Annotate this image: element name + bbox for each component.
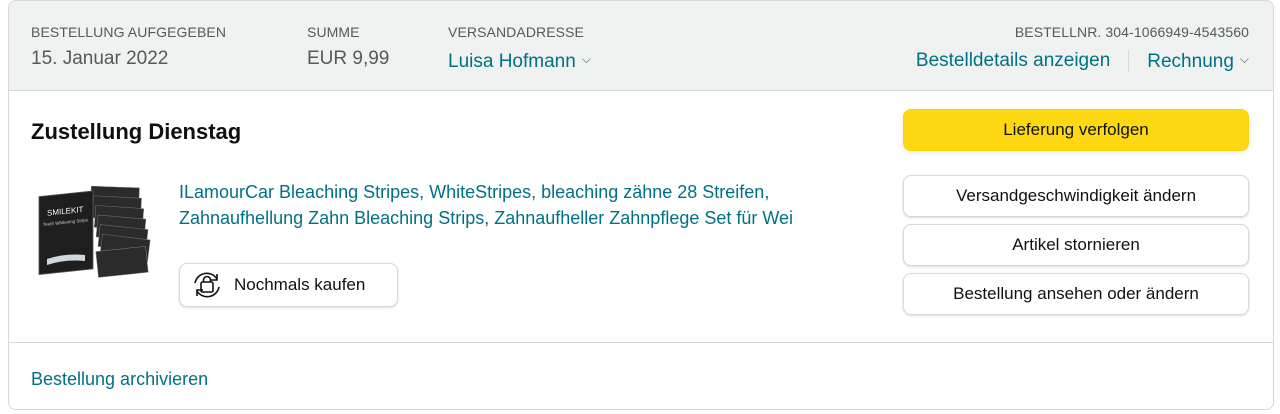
invoice-link[interactable]: Rechnung ⌵ <box>1147 47 1249 74</box>
track-package-button[interactable]: Lieferung verfolgen <box>903 109 1249 151</box>
archive-order-link[interactable]: Bestellung archivieren <box>31 367 208 391</box>
ship-to-name: Luisa Hofmann <box>448 51 576 72</box>
delivery-status-title: Zustellung Dienstag <box>31 119 242 144</box>
change-shipping-speed-button[interactable]: Versandgeschwindigkeit ändern <box>903 175 1249 217</box>
product-title-link[interactable]: ILamourCar Bleaching Stripes, WhiteStrip… <box>179 179 869 231</box>
product-thumbnail[interactable]: SMILEKIT Teeth Whitening Strips <box>35 183 153 287</box>
order-total-label: SUMME <box>307 24 360 40</box>
buy-again-label: Nochmals kaufen <box>234 275 366 294</box>
order-details-link[interactable]: Bestelldetails anzeigen <box>916 49 1110 73</box>
buy-again-icon <box>194 272 220 298</box>
order-total-value: EUR 9,99 <box>307 48 390 69</box>
order-number: BESTELLNR. 304-1066949-4543560 <box>1014 24 1249 40</box>
shipment-box: Zustellung Dienstag SMILEKIT Teeth White… <box>9 91 1273 343</box>
ship-to-label: VERSANDADRESSE <box>448 24 584 40</box>
order-placed-date: 15. Januar 2022 <box>31 48 169 69</box>
order-header: BESTELLUNG AUFGEGEBEN 15. Januar 2022 SU… <box>9 1 1273 91</box>
order-total: SUMME EUR 9,99 <box>307 23 389 71</box>
view-edit-order-button[interactable]: Bestellung ansehen oder ändern <box>903 273 1249 315</box>
order-info: BESTELLNR. 304-1066949-4543560 Bestellde… <box>916 23 1249 74</box>
ship-to-name-link[interactable]: Luisa Hofmann ⌵ <box>448 47 591 74</box>
divider <box>1128 49 1130 72</box>
chevron-down-icon: ⌵ <box>1239 52 1249 66</box>
buy-again-button[interactable]: Nochmals kaufen <box>179 263 398 307</box>
order-placed: BESTELLUNG AUFGEGEBEN 15. Januar 2022 <box>31 23 226 71</box>
order-placed-label: BESTELLUNG AUFGEGEBEN <box>31 24 227 40</box>
cancel-items-button[interactable]: Artikel stornieren <box>903 224 1249 266</box>
order-card: BESTELLUNG AUFGEGEBEN 15. Januar 2022 SU… <box>8 0 1274 410</box>
ship-to: VERSANDADRESSE Luisa Hofmann ⌵ <box>448 23 591 74</box>
invoice-label: Rechnung <box>1147 51 1234 72</box>
chevron-down-icon: ⌵ <box>581 52 591 66</box>
strip-packets <box>90 185 151 278</box>
